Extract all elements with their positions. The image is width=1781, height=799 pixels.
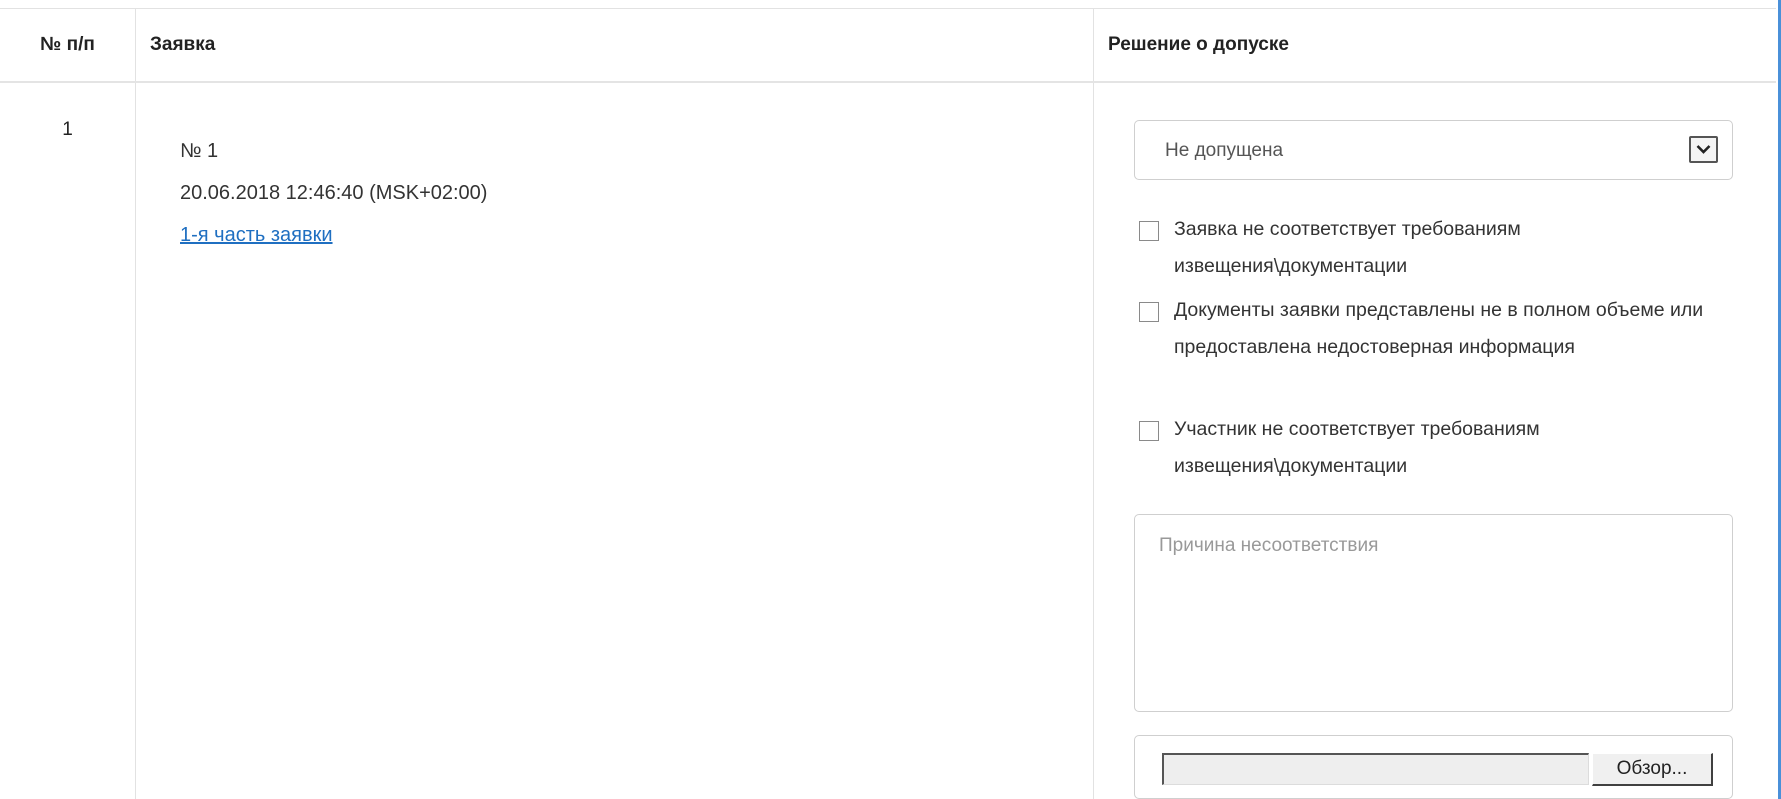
request-datetime: 20.06.2018 12:46:40 (MSK+02:00) [180,182,488,204]
checkbox-label: Участник не соответствует требованиям из… [1174,418,1540,477]
browse-button[interactable]: Обзор... [1592,753,1713,786]
checkbox-requirements[interactable] [1139,221,1159,241]
checkbox-label: Документы заявки представлены не в полно… [1174,299,1704,358]
checkbox-documents[interactable] [1139,302,1159,322]
admission-decision-select[interactable]: Не допущена [1134,120,1733,180]
file-upload: Обзор... [1134,735,1733,799]
file-path-field[interactable] [1162,753,1589,785]
reason-placeholder: Причина несоответствия [1159,535,1379,556]
select-value: Не допущена [1165,140,1284,161]
table-header: № п/п Заявка Решение о допуске [0,9,1776,83]
row-number: 1 [62,119,73,140]
column-divider [1093,9,1094,799]
checkbox-item-requirements: Заявка не соответствует требованиям изве… [1134,211,1734,285]
checkbox-item-documents: Документы заявки представлены не в полно… [1134,292,1734,403]
request-number: № 1 [180,140,219,162]
header-decision: Решение о допуске [1108,34,1289,55]
admission-table: № п/п Заявка Решение о допуске 1 № 1 20.… [0,8,1776,799]
column-divider [135,9,136,799]
request-info: № 1 20.06.2018 12:46:40 (MSK+02:00) 1-я … [180,137,487,263]
header-request: Заявка [150,34,216,55]
checkbox-participant[interactable] [1139,421,1159,441]
request-part1-link[interactable]: 1-я часть заявки [180,224,333,246]
reason-textarea[interactable]: Причина несоответствия [1134,514,1733,712]
chevron-down-icon[interactable] [1689,136,1718,163]
checkbox-label: Заявка не соответствует требованиям изве… [1174,218,1521,277]
header-num: № п/п [40,34,95,55]
checkbox-item-participant: Участник не соответствует требованиям из… [1134,411,1734,485]
page-frame: № п/п Заявка Решение о допуске 1 № 1 20.… [0,0,1781,799]
